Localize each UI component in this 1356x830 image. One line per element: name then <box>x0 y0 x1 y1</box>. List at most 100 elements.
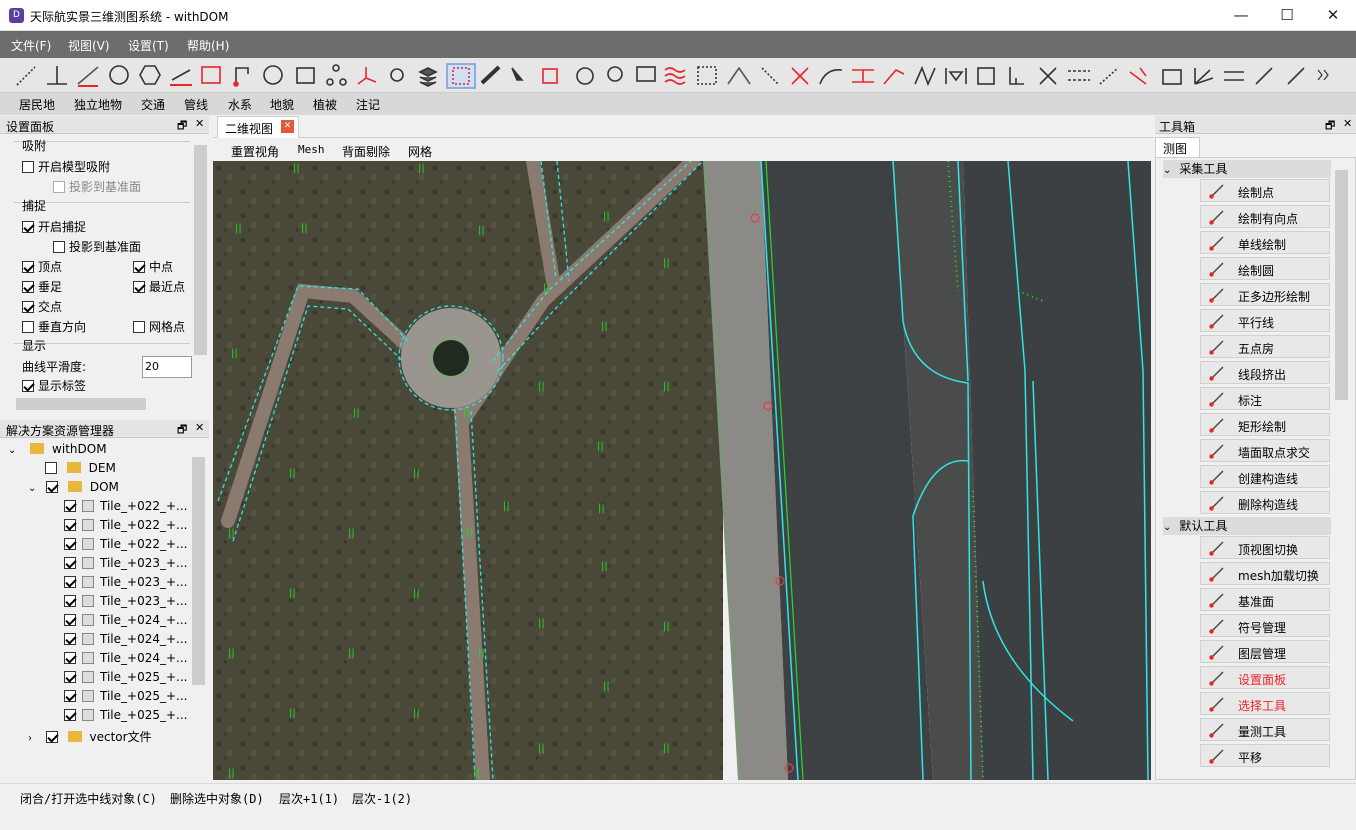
tree-tile-item[interactable]: Tile_+025_+... <box>64 708 187 722</box>
category-independent[interactable]: 独立地物 <box>74 96 122 113</box>
close-icon[interactable]: ✕ <box>195 117 204 130</box>
checkbox[interactable] <box>22 321 34 333</box>
tree-tile-item[interactable]: Tile_+025_+... <box>64 670 187 684</box>
tree-tile-item[interactable]: Tile_+023_+... <box>64 594 187 608</box>
vertical-scrollbar[interactable] <box>192 135 209 395</box>
checkbox[interactable] <box>64 557 76 569</box>
tool-select[interactable]: 选择工具 <box>1200 692 1330 715</box>
category-residential[interactable]: 居民地 <box>19 96 55 113</box>
tool-rectangle[interactable]: 矩形绘制 <box>1200 413 1330 436</box>
tree-root[interactable]: ⌄ withDOM <box>8 442 107 456</box>
checkbox[interactable] <box>64 519 76 531</box>
menu-help[interactable]: 帮助(H) <box>187 37 229 54</box>
tool-layers[interactable]: 图层管理 <box>1200 640 1330 663</box>
tool-ruler[interactable]: 量测工具 <box>1200 718 1330 741</box>
tree-tile-item[interactable]: Tile_+022_+... <box>64 499 187 513</box>
backface-cull-button[interactable]: 背面剔除 <box>342 143 390 160</box>
minimize-button[interactable]: — <box>1218 0 1264 31</box>
tool-directed-point[interactable]: 绘制有向点 <box>1200 205 1330 228</box>
tool-polygon[interactable]: 正多边形绘制 <box>1200 283 1330 306</box>
status-delete[interactable]: 删除选中对象(D) <box>170 790 264 807</box>
close-icon[interactable]: ✕ <box>195 421 204 434</box>
tab-2d-view[interactable]: 二维视图 ✕ <box>217 116 299 138</box>
checkbox[interactable] <box>64 671 76 683</box>
category-water[interactable]: 水系 <box>228 96 252 113</box>
category-annotation[interactable]: 注记 <box>356 96 380 113</box>
checkbox[interactable] <box>22 281 34 293</box>
snap-vertical[interactable]: 垂直方向 <box>22 318 86 335</box>
mesh-button[interactable]: Mesh <box>298 143 325 156</box>
checkbox[interactable] <box>22 221 34 233</box>
tab-mapping[interactable]: 测图 <box>1155 137 1200 157</box>
float-icon[interactable]: 🗗 <box>177 421 187 440</box>
snap-nearest[interactable]: 最近点 <box>133 278 185 295</box>
group-default-tools[interactable]: ⌄ 默认工具 <box>1163 517 1331 535</box>
checkbox[interactable] <box>64 690 76 702</box>
tree-tile-item[interactable]: Tile_+023_+... <box>64 575 187 589</box>
float-icon[interactable]: 🗗 <box>177 117 187 136</box>
snap-perpendicular[interactable]: 垂足 <box>22 278 62 295</box>
tool-extrude[interactable]: 线段挤出 <box>1200 361 1330 384</box>
enable-model-snap[interactable]: 开启模型吸附 <box>22 158 110 175</box>
snap-grid-point[interactable]: 网格点 <box>133 318 185 335</box>
toolbox-scrollbar[interactable] <box>1333 158 1350 779</box>
checkbox[interactable] <box>64 614 76 626</box>
tool-parallel-line[interactable]: 平行线 <box>1200 309 1330 332</box>
tool-top-view[interactable]: 顶视图切换 <box>1200 536 1330 559</box>
checkbox[interactable] <box>64 595 76 607</box>
category-landform[interactable]: 地貌 <box>270 96 294 113</box>
tool-settings[interactable]: 设置面板 <box>1200 666 1330 689</box>
checkbox[interactable] <box>133 261 145 273</box>
show-label[interactable]: 显示标签 <box>22 377 86 394</box>
menu-settings[interactable]: 设置(T) <box>128 37 169 54</box>
checkbox[interactable] <box>22 301 34 313</box>
snap-vertex[interactable]: 顶点 <box>22 258 62 275</box>
checkbox[interactable] <box>64 576 76 588</box>
checkbox[interactable] <box>53 241 65 253</box>
tree-dom[interactable]: ⌄ DOM <box>28 480 119 494</box>
category-pipeline[interactable]: 管线 <box>184 96 208 113</box>
checkbox[interactable] <box>64 500 76 512</box>
checkbox[interactable] <box>64 709 76 721</box>
tree-vector[interactable]: › vector文件 <box>28 728 152 745</box>
tree-scrollbar[interactable] <box>190 439 207 781</box>
tool-draw-point[interactable]: 绘制点 <box>1200 179 1330 202</box>
menu-view[interactable]: 视图(V) <box>68 37 110 54</box>
horizontal-scrollbar[interactable] <box>0 395 209 413</box>
category-traffic[interactable]: 交通 <box>141 96 165 113</box>
checkbox[interactable] <box>133 281 145 293</box>
project-to-base[interactable]: 投影到基准面 <box>53 238 141 255</box>
tree-tile-item[interactable]: Tile_+022_+... <box>64 518 187 532</box>
checkbox[interactable] <box>22 161 34 173</box>
snap-midpoint[interactable]: 中点 <box>133 258 173 275</box>
snap-intersection[interactable]: 交点 <box>22 298 62 315</box>
tree-tile-item[interactable]: Tile_+024_+... <box>64 613 187 627</box>
enable-capture[interactable]: 开启捕捉 <box>22 218 86 235</box>
tool-delete-construct-line[interactable]: 删除构造线 <box>1200 491 1330 514</box>
smooth-input[interactable]: 20 <box>142 356 192 378</box>
tool-single-line[interactable]: 单线绘制 <box>1200 231 1330 254</box>
tool-wall-intersect[interactable]: 墙面取点求交 <box>1200 439 1330 462</box>
status-level-up[interactable]: 层次+1(1) <box>279 790 339 807</box>
checkbox[interactable] <box>64 652 76 664</box>
checkbox[interactable] <box>64 538 76 550</box>
map-viewport[interactable]: || || || || || || || || || || || || || || || || || || || ||… <box>213 161 1151 780</box>
close-button[interactable]: ✕ <box>1310 0 1356 31</box>
float-icon[interactable]: 🗗 <box>1325 117 1335 136</box>
grid-button[interactable]: 网格 <box>408 143 432 160</box>
checkbox[interactable] <box>46 481 59 493</box>
checkbox[interactable] <box>133 321 145 333</box>
tab-close-icon[interactable]: ✕ <box>281 120 294 133</box>
tool-pan[interactable]: 平移 <box>1200 744 1330 767</box>
status-close-open[interactable]: 闭合/打开选中线对象(C) <box>20 790 157 807</box>
checkbox[interactable] <box>22 261 34 273</box>
maximize-button[interactable]: ☐ <box>1264 0 1310 31</box>
tree-tile-item[interactable]: Tile_+024_+... <box>64 632 187 646</box>
tool-circle[interactable]: 绘制圆 <box>1200 257 1330 280</box>
status-level-down[interactable]: 层次-1(2) <box>352 790 412 807</box>
tool-annotation[interactable]: 标注 <box>1200 387 1330 410</box>
category-vegetation[interactable]: 植被 <box>313 96 337 113</box>
reset-view-button[interactable]: 重置视角 <box>231 143 279 160</box>
tool-mesh[interactable]: mesh加载切换 <box>1200 562 1330 585</box>
tool-symbol[interactable]: 符号管理 <box>1200 614 1330 637</box>
